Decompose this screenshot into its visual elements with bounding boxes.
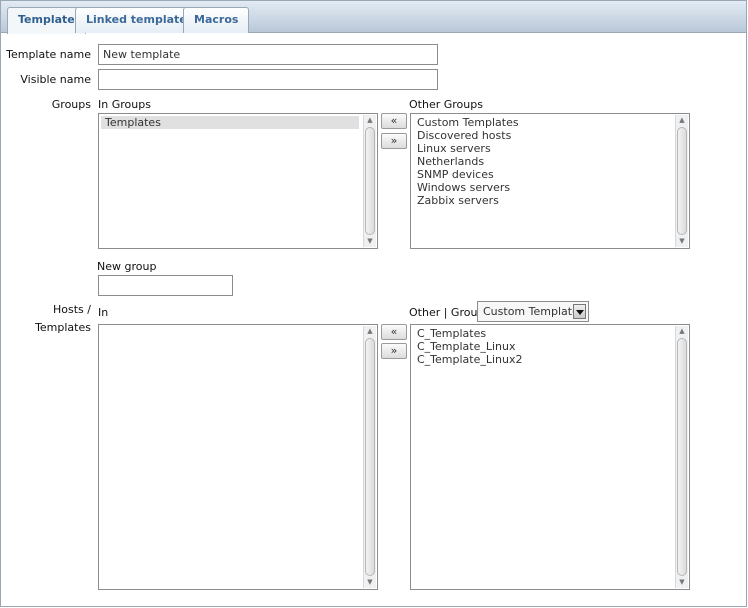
other-hosts-listbox[interactable]: C_Templates C_Template_Linux C_Template_Li… [410,324,690,590]
list-item[interactable]: SNMP devices [413,168,671,181]
visible-name-label: Visible name [20,73,91,86]
tab-bar: Template Linked templates Macros [1,1,746,34]
list-item[interactable]: Discovered hosts [413,129,671,142]
in-groups-listbox[interactable]: Templates ▲ ▼ [98,113,378,249]
other-groups-label: Other Groups [409,98,483,111]
move-to-other-hosts-button[interactable]: » [381,343,407,359]
scroll-up-arrow-icon[interactable]: ▲ [676,115,688,126]
in-groups-scrollbar[interactable]: ▲ ▼ [363,115,376,247]
other-group-label: Other | Group [409,306,485,319]
in-hosts-listbox[interactable]: ▲ ▼ [98,324,378,590]
scroll-up-arrow-icon[interactable]: ▲ [364,115,376,126]
scroll-down-arrow-icon[interactable]: ▼ [364,236,376,247]
visible-name-input[interactable] [98,69,438,90]
move-to-other-groups-button[interactable]: » [381,133,407,149]
other-hosts-scrollbar[interactable]: ▲ ▼ [675,326,688,588]
template-name-input[interactable] [98,44,438,65]
in-hosts-scrollbar[interactable]: ▲ ▼ [363,326,376,588]
new-group-input[interactable] [98,275,233,296]
new-group-label: New group [97,260,157,273]
in-label: In [98,306,109,319]
scroll-thumb[interactable] [677,338,687,576]
list-item[interactable]: Netherlands [413,155,671,168]
list-item[interactable]: Windows servers [413,181,671,194]
scroll-thumb[interactable] [677,127,687,235]
in-groups-label: In Groups [98,98,151,111]
scroll-up-arrow-icon[interactable]: ▲ [676,326,688,337]
scroll-up-arrow-icon[interactable]: ▲ [364,326,376,337]
list-item[interactable]: C_Template_Linux2 [413,353,671,366]
scroll-thumb[interactable] [365,127,375,235]
list-item[interactable]: C_Template_Linux [413,340,671,353]
scroll-thumb[interactable] [365,338,375,576]
tab-macros[interactable]: Macros [183,7,250,33]
move-to-in-groups-button[interactable]: « [381,113,407,129]
other-groups-listbox[interactable]: Custom Templates Discovered hosts Linux se… [410,113,690,249]
group-select-value: Custom Templates [483,305,585,318]
template-name-label: Template name [6,48,91,61]
group-select[interactable]: Custom Templates [477,301,589,322]
hosts-templates-label-line2: Templates [35,321,91,334]
move-to-in-hosts-button[interactable]: « [381,324,407,340]
scroll-down-arrow-icon[interactable]: ▼ [676,236,688,247]
list-item[interactable]: Linux servers [413,142,671,155]
list-item[interactable]: Templates [101,116,359,129]
scroll-down-arrow-icon[interactable]: ▼ [676,577,688,588]
hosts-templates-label-line1: Hosts / [53,303,91,316]
list-item[interactable]: C_Templates [413,327,671,340]
groups-label: Groups [51,98,91,111]
other-groups-scrollbar[interactable]: ▲ ▼ [675,115,688,247]
form-container: Template Linked templates Macros Templat… [0,0,747,607]
scroll-down-arrow-icon[interactable]: ▼ [364,577,376,588]
tab-template[interactable]: Template [7,7,86,34]
list-item[interactable]: Zabbix servers [413,194,671,207]
list-item[interactable]: Custom Templates [413,116,671,129]
chevron-down-icon[interactable] [573,304,586,319]
